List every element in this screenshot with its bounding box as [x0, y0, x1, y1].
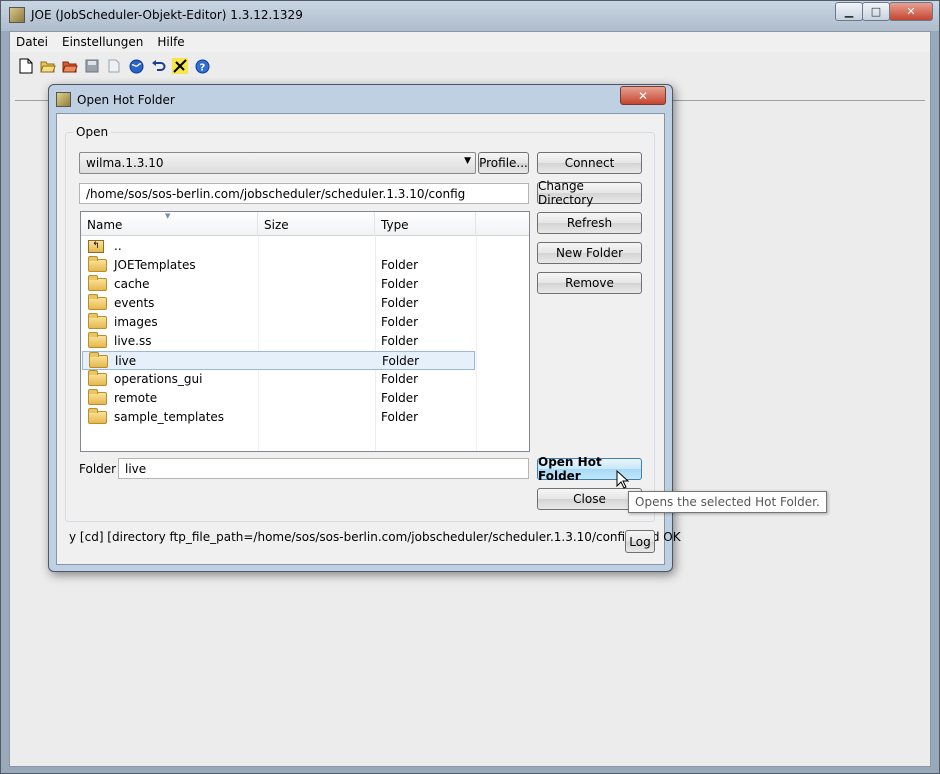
main-titlebar[interactable]: JOE (JobScheduler-Objekt-Editor) 1.3.12.… — [1, 1, 939, 31]
wizard-icon[interactable] — [172, 58, 188, 74]
list-item[interactable]: images Folder — [82, 313, 475, 332]
path-input[interactable]: /home/sos/sos-berlin.com/jobscheduler/sc… — [79, 183, 529, 204]
profile-combo[interactable]: wilma.1.3.10 ▼ — [79, 152, 476, 174]
parent-folder-icon: ↰ — [88, 240, 104, 253]
new-file-icon[interactable] — [18, 58, 34, 74]
folder-icon — [88, 294, 107, 310]
new-folder-button[interactable]: New Folder — [537, 242, 642, 264]
row-name: remote — [114, 391, 158, 405]
profile-button[interactable]: Profile... — [478, 152, 529, 174]
folder-icon — [88, 332, 107, 348]
row-type: Folder — [381, 315, 419, 329]
log-button[interactable]: Log — [625, 530, 655, 553]
dialog-app-icon — [56, 92, 71, 107]
open-file-icon[interactable] — [40, 58, 56, 74]
profile-combo-value: wilma.1.3.10 — [86, 156, 164, 170]
row-type: Folder — [381, 334, 419, 348]
menu-einstellungen[interactable]: Einstellungen — [62, 35, 143, 49]
list-item[interactable]: remote Folder — [82, 389, 475, 408]
list-item[interactable]: events Folder — [82, 294, 475, 313]
folder-icon — [88, 389, 107, 405]
dialog-close-button[interactable]: ✕ — [620, 86, 666, 105]
open-group-label: Open — [73, 125, 112, 139]
folder-icon — [88, 370, 107, 386]
toolbar: ? — [10, 54, 930, 78]
row-type: Folder — [381, 372, 419, 386]
file-list[interactable]: Name ▼ Size Type ↰.. JOETemplates Folder ca… — [80, 211, 530, 452]
row-type: Folder — [381, 277, 419, 291]
chevron-down-icon[interactable]: ▼ — [464, 156, 471, 166]
sort-indicator-icon: ▼ — [165, 212, 171, 220]
list-item[interactable]: operations_gui Folder — [82, 370, 475, 389]
dialog-title: Open Hot Folder — [77, 93, 175, 107]
svg-text:?: ? — [199, 62, 205, 73]
row-name: live.ss — [114, 334, 152, 348]
folder-icon — [89, 352, 108, 368]
minimize-button[interactable]: ▁ — [835, 2, 863, 21]
row-type: Folder — [381, 391, 419, 405]
globe-icon[interactable] — [128, 58, 144, 74]
column-type[interactable]: Type — [375, 212, 476, 236]
status-message: y [cd] [directory ftp_file_path=/home/so… — [69, 530, 681, 544]
connect-button[interactable]: Connect — [537, 152, 642, 174]
row-name: .. — [114, 239, 122, 253]
list-item[interactable]: ↰.. — [82, 237, 475, 256]
close-window-button[interactable]: ✕ — [889, 2, 933, 21]
menu-datei[interactable]: Datei — [16, 35, 48, 49]
column-divider — [476, 236, 477, 451]
row-name: operations_gui — [114, 372, 203, 386]
menu-hilfe[interactable]: Hilfe — [157, 35, 184, 49]
app-icon — [9, 7, 25, 23]
row-name: cache — [114, 277, 150, 291]
dialog-titlebar[interactable]: Open Hot Folder ✕ — [49, 85, 672, 113]
list-item[interactable]: cache Folder — [82, 275, 475, 294]
folder-icon — [88, 408, 107, 424]
folder-input[interactable]: live — [118, 458, 529, 479]
dialog-client-area: Open wilma.1.3.10 ▼ Profile... Connect C… — [56, 113, 681, 565]
window-title: JOE (JobScheduler-Objekt-Editor) 1.3.12.… — [31, 8, 303, 22]
row-type: Folder — [381, 296, 419, 310]
remove-button[interactable]: Remove — [537, 272, 642, 294]
folder-icon — [88, 275, 107, 291]
open-hot-folder-dialog: Open Hot Folder ✕ Open wilma.1.3.10 ▼ Pr… — [48, 84, 681, 572]
list-item[interactable]: live.ss Folder — [82, 332, 475, 351]
list-item[interactable]: JOETemplates Folder — [82, 256, 475, 275]
row-type: Folder — [381, 410, 419, 424]
folder-icon — [88, 256, 107, 272]
change-directory-button[interactable]: Change Directory — [537, 179, 642, 207]
row-name: images — [114, 315, 158, 329]
row-type: Folder — [382, 354, 420, 368]
row-name: events — [114, 296, 155, 310]
folder-icon — [88, 313, 107, 329]
folder-label: Folder — [79, 462, 117, 476]
row-name: sample_templates — [114, 410, 225, 424]
maximize-button[interactable]: □ — [862, 2, 890, 21]
undo-icon[interactable] — [150, 58, 166, 74]
mouse-cursor-icon — [616, 469, 630, 493]
refresh-button[interactable]: Refresh — [537, 212, 642, 234]
list-item[interactable]: sample_templates Folder — [82, 408, 475, 427]
help-icon[interactable]: ? — [194, 58, 210, 74]
save-as-icon[interactable] — [106, 58, 122, 74]
tooltip: Opens the selected Hot Folder. — [628, 491, 827, 513]
menubar: Datei Einstellungen Hilfe — [10, 32, 930, 52]
column-size[interactable]: Size — [258, 212, 375, 236]
list-item[interactable]: live Folder — [82, 351, 475, 370]
file-list-header: Name ▼ Size Type — [81, 212, 529, 236]
row-type: Folder — [381, 258, 419, 272]
row-name: live — [115, 354, 137, 368]
row-name: JOETemplates — [114, 258, 196, 272]
save-icon[interactable] — [84, 58, 100, 74]
window-controls: ▁ □ ✕ — [835, 2, 933, 21]
open-folder-icon[interactable] — [62, 58, 78, 74]
